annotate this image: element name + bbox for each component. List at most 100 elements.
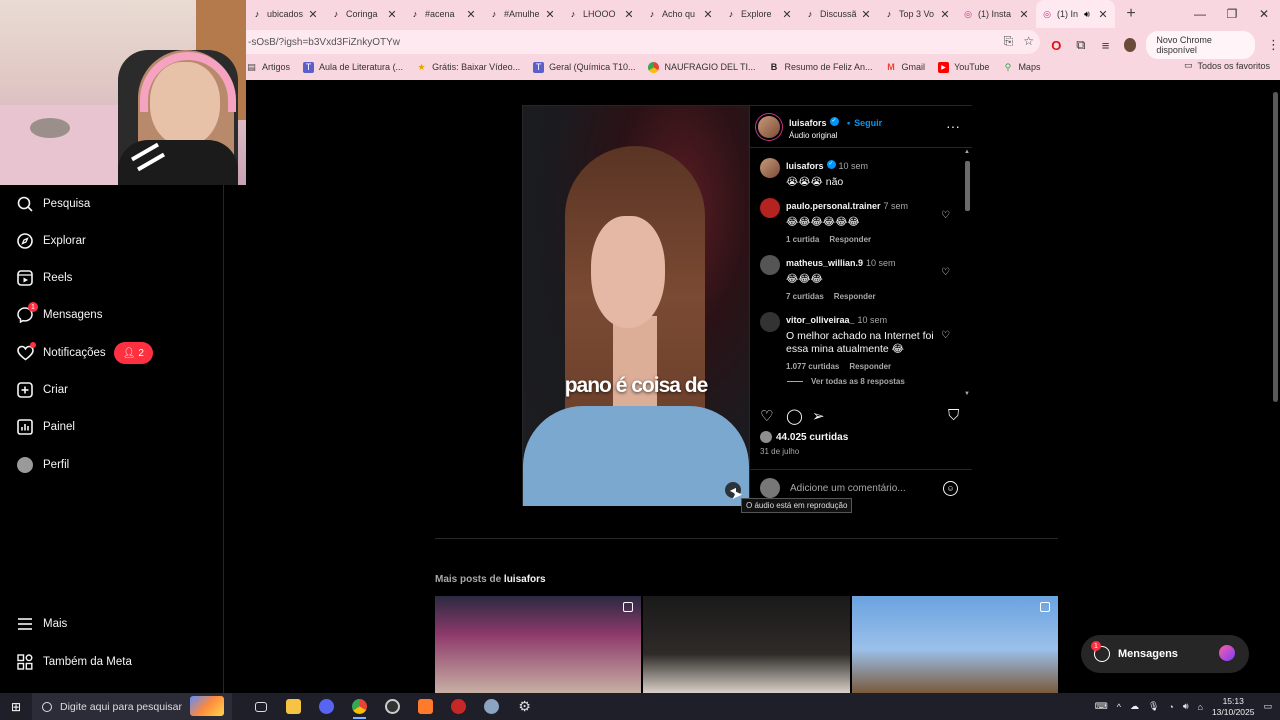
browser-tab-active[interactable]: ◎ (1) In 🔊︎ ✕ bbox=[1036, 0, 1115, 28]
bookmark-item[interactable]: M Gmail bbox=[886, 62, 925, 73]
steam-icon[interactable] bbox=[475, 693, 508, 720]
minimize-button[interactable]: — bbox=[1184, 0, 1216, 28]
bookmark-item[interactable]: ★ Grátis: Baixar Vídeo... bbox=[416, 62, 521, 73]
file-explorer-icon[interactable] bbox=[277, 693, 310, 720]
like-count[interactable]: 44.025 curtidas bbox=[760, 431, 848, 443]
browser-tab[interactable]: ♪ Discussã ✕ bbox=[799, 0, 878, 28]
close-window-button[interactable]: ✕ bbox=[1248, 0, 1280, 28]
capture-icon[interactable] bbox=[442, 693, 475, 720]
chrome-update-button[interactable]: Novo Chrome disponível bbox=[1146, 31, 1256, 59]
post-thumbnail[interactable] bbox=[435, 596, 642, 693]
taskbar-search[interactable]: Digite aqui para pesquisar bbox=[32, 693, 232, 720]
volume-icon[interactable]: 🔊︎ bbox=[1183, 701, 1189, 712]
save-bookmark-icon[interactable]: ⛉ bbox=[948, 407, 959, 424]
browser-tab[interactable]: ♪ Acho qu ✕ bbox=[641, 0, 720, 28]
browser-tab[interactable]: ♪ ubicados ✕ bbox=[246, 0, 325, 28]
url-text[interactable]: -sOsB/?igsh=b3Vxd3FiZnkyOTYw bbox=[248, 37, 400, 48]
nav-mais[interactable]: Mais bbox=[16, 612, 67, 636]
like-comment-icon[interactable]: ♡ bbox=[941, 267, 950, 278]
opera-icon[interactable]: O bbox=[1050, 38, 1063, 53]
browser-tab[interactable]: ◎ (1) Insta ✕ bbox=[957, 0, 1036, 28]
bookmark-item[interactable]: ▤ Artigos bbox=[246, 62, 290, 73]
bookmark-item[interactable]: ⚲ Maps bbox=[1002, 62, 1041, 73]
browser-tab[interactable]: ♪ #Amulhe ✕ bbox=[483, 0, 562, 28]
commenter-username[interactable]: luisafors bbox=[786, 161, 824, 171]
nav-notificacoes[interactable]: Notificações 👤︎ 2 bbox=[16, 340, 153, 366]
notification-center-icon[interactable]: ▭ bbox=[1263, 701, 1272, 712]
close-icon[interactable]: ✕ bbox=[781, 8, 793, 21]
profile-avatar[interactable] bbox=[1123, 38, 1137, 52]
commenter-username[interactable]: paulo.personal.trainer bbox=[786, 201, 881, 211]
page-scrollbar-thumb[interactable] bbox=[1273, 92, 1278, 402]
wifi-icon[interactable]: ◔ bbox=[1168, 702, 1173, 712]
windows-start-icon[interactable]: ⊞ bbox=[0, 693, 32, 720]
close-icon[interactable]: ✕ bbox=[702, 8, 714, 21]
bookmark-item[interactable]: ▶ YouTube bbox=[938, 61, 989, 73]
reply-button[interactable]: Responder bbox=[849, 362, 891, 371]
notification-count-pill[interactable]: 👤︎ 2 bbox=[113, 342, 153, 364]
emoji-icon[interactable]: ☺ bbox=[943, 481, 958, 496]
chrome-icon[interactable] bbox=[343, 693, 376, 720]
comment-likes[interactable]: 1 curtida bbox=[786, 235, 819, 244]
all-bookmarks-button[interactable]: ▭ Todos os favoritos bbox=[1184, 60, 1270, 71]
close-icon[interactable]: ✕ bbox=[544, 8, 556, 21]
new-tab-button[interactable]: + bbox=[1119, 5, 1143, 23]
reel-video[interactable]: pano é coisa de ◀ bbox=[523, 106, 749, 506]
close-icon[interactable]: ✕ bbox=[465, 8, 477, 21]
view-replies-link[interactable]: Ver todas as 8 respostas bbox=[787, 377, 905, 386]
speaker-icon[interactable]: 🔊︎ bbox=[1082, 9, 1092, 19]
reply-button[interactable]: Responder bbox=[834, 292, 876, 301]
scroll-up-icon[interactable]: ▲ bbox=[964, 149, 970, 155]
close-icon[interactable]: ✕ bbox=[860, 8, 872, 21]
task-view-icon[interactable] bbox=[244, 693, 277, 720]
close-icon[interactable]: ✕ bbox=[1018, 8, 1030, 21]
like-comment-icon[interactable]: ♡ bbox=[941, 210, 950, 221]
commenter-username[interactable]: matheus_willian.9 bbox=[786, 258, 863, 268]
keyboard-icon[interactable]: ⌨ bbox=[1095, 701, 1108, 712]
commenter-avatar[interactable] bbox=[760, 158, 780, 178]
nav-reels[interactable]: Reels bbox=[16, 266, 72, 290]
nav-tambem-da-meta[interactable]: Também da Meta bbox=[16, 650, 132, 674]
taskbar-clock[interactable]: 15:13 13/10/2025 bbox=[1212, 696, 1255, 718]
more-posts-user[interactable]: luisafors bbox=[504, 574, 546, 585]
address-bar[interactable]: -sOsB/?igsh=b3Vxd3FiZnkyOTYw ⎘ ☆ bbox=[246, 30, 1040, 54]
follow-button[interactable]: Seguir bbox=[854, 118, 882, 128]
bookmark-star-icon[interactable]: ☆ bbox=[1023, 34, 1034, 49]
like-comment-icon[interactable]: ♡ bbox=[941, 330, 950, 341]
sublime-icon[interactable] bbox=[409, 693, 442, 720]
microphone-icon[interactable]: 🎙︎ bbox=[1148, 701, 1159, 712]
audio-label[interactable]: Áudio original bbox=[789, 131, 882, 140]
reply-button[interactable]: Responder bbox=[829, 235, 871, 244]
browser-tab[interactable]: ♪ LHOOO ✕ bbox=[562, 0, 641, 28]
nav-criar[interactable]: Criar bbox=[16, 378, 68, 402]
like-icon[interactable]: ♡ bbox=[760, 407, 773, 425]
obs-icon[interactable] bbox=[376, 693, 409, 720]
nav-mensagens[interactable]: 1 Mensagens bbox=[16, 302, 102, 327]
messages-floating-button[interactable]: 1 Mensagens bbox=[1081, 635, 1249, 673]
bookmark-item[interactable]: T Aula de Literatura (... bbox=[303, 61, 403, 73]
post-thumbnail[interactable] bbox=[643, 596, 850, 693]
browser-tab[interactable]: ♪ Top 3 Vo ✕ bbox=[878, 0, 957, 28]
close-icon[interactable]: ✕ bbox=[386, 8, 398, 21]
scroll-down-icon[interactable]: ▼ bbox=[964, 391, 970, 397]
onedrive-icon[interactable]: ☁ bbox=[1130, 701, 1139, 712]
language-icon[interactable]: ⌂ bbox=[1198, 702, 1203, 712]
browser-tab[interactable]: ♪ Explore ✕ bbox=[720, 0, 799, 28]
comment-input[interactable]: Adicione um comentário... bbox=[790, 483, 906, 494]
bookmark-item[interactable]: T Geral (Química T10... bbox=[533, 61, 635, 73]
commenter-avatar[interactable] bbox=[760, 312, 780, 332]
close-icon[interactable]: ✕ bbox=[1097, 8, 1109, 21]
close-icon[interactable]: ✕ bbox=[939, 8, 951, 21]
bookmark-item[interactable]: B Resumo de Feliz An... bbox=[769, 62, 873, 73]
commenter-avatar[interactable] bbox=[760, 198, 780, 218]
commenter-username[interactable]: vitor_olliveiraa_ bbox=[786, 315, 855, 325]
page-scrollbar[interactable] bbox=[1270, 80, 1280, 693]
extensions-icon[interactable]: ⧉ bbox=[1075, 37, 1088, 53]
comment-likes[interactable]: 1.077 curtidas bbox=[786, 362, 839, 371]
nav-explorar[interactable]: Explorar bbox=[16, 229, 86, 253]
nav-perfil[interactable]: Perfil bbox=[16, 453, 69, 477]
more-options-icon[interactable]: ··· bbox=[946, 118, 960, 134]
comment-likes[interactable]: 7 curtidas bbox=[786, 292, 824, 301]
browser-tab[interactable]: ♪ Coringa ✕ bbox=[325, 0, 404, 28]
comment-icon[interactable]: ◯ bbox=[786, 407, 803, 425]
